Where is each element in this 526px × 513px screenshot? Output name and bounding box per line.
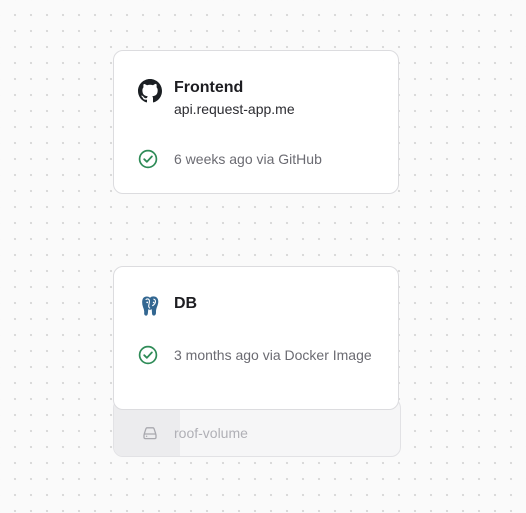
service-domain[interactable]: api.request-app.me bbox=[174, 101, 295, 117]
check-circle-icon bbox=[138, 345, 158, 365]
hard-drive-icon bbox=[142, 425, 158, 441]
check-circle-icon bbox=[138, 149, 158, 169]
service-name: Frontend bbox=[174, 79, 244, 96]
postgresql-icon bbox=[138, 294, 162, 318]
deployment-status: 3 months ago via Docker Image bbox=[174, 347, 372, 363]
deployment-status: 6 weeks ago via GitHub bbox=[174, 151, 322, 167]
github-icon bbox=[138, 79, 162, 103]
service-card-frontend[interactable]: Frontend api.request-app.me 6 weeks ago … bbox=[113, 50, 399, 194]
service-card-db[interactable]: DB 3 months ago via Docker Image bbox=[113, 266, 399, 410]
service-name: DB bbox=[174, 295, 198, 312]
volume-label: roof-volume bbox=[174, 425, 248, 441]
